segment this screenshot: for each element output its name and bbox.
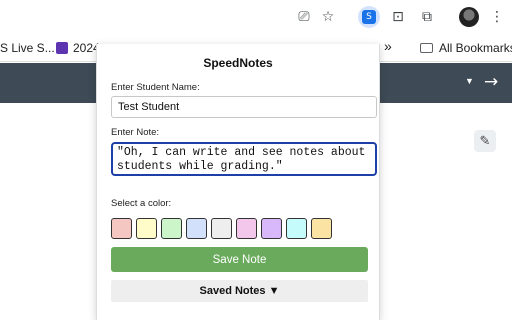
pencil-icon[interactable]: ✎ [474, 130, 496, 152]
arrow-right-icon[interactable]: → [484, 72, 498, 92]
puzzle-icon[interactable]: ⧉ [416, 6, 438, 28]
color-swatch[interactable] [161, 218, 182, 239]
bookmark-item-2[interactable]: 2024 [56, 41, 100, 55]
color-swatch[interactable] [236, 218, 257, 239]
color-swatch[interactable] [311, 218, 332, 239]
bookmarks-overflow[interactable]: » [384, 38, 392, 54]
sheets-icon [56, 42, 68, 54]
extension-2-icon[interactable]: ⊡ [387, 6, 409, 28]
color-label: Select a color: [111, 198, 172, 209]
folder-icon [420, 43, 433, 53]
name-label: Enter Student Name: [111, 82, 200, 93]
bookmark-item-1[interactable]: S Live S... [0, 41, 55, 55]
color-swatch[interactable] [186, 218, 207, 239]
note-label: Enter Note: [111, 127, 160, 138]
browser-toolbar: ⎚ ☆ S ⊡ ⧉ ⋮ [0, 0, 512, 34]
saved-notes-toggle[interactable]: Saved Notes ▼ [111, 280, 368, 302]
color-swatch[interactable] [286, 218, 307, 239]
avatar[interactable] [458, 6, 480, 28]
speednotes-popup: SpeedNotes Enter Student Name: Enter Not… [96, 44, 380, 320]
caret-icon[interactable]: ▼ [465, 76, 474, 86]
popup-title: SpeedNotes [203, 56, 273, 70]
note-textarea[interactable]: "Oh, I can write and see notes about stu… [111, 142, 377, 176]
speednotes-extension-icon[interactable]: S [358, 6, 380, 28]
student-name-input[interactable] [111, 96, 377, 118]
color-swatch[interactable] [136, 218, 157, 239]
color-swatch[interactable] [111, 218, 132, 239]
color-swatch[interactable] [261, 218, 282, 239]
all-bookmarks-button[interactable]: All Bookmarks [420, 41, 512, 55]
install-app-icon[interactable]: ⎚ [293, 6, 315, 28]
star-icon[interactable]: ☆ [317, 6, 339, 28]
save-note-button[interactable]: Save Note [111, 247, 368, 272]
color-swatch[interactable] [211, 218, 232, 239]
menu-icon[interactable]: ⋮ [486, 6, 508, 28]
